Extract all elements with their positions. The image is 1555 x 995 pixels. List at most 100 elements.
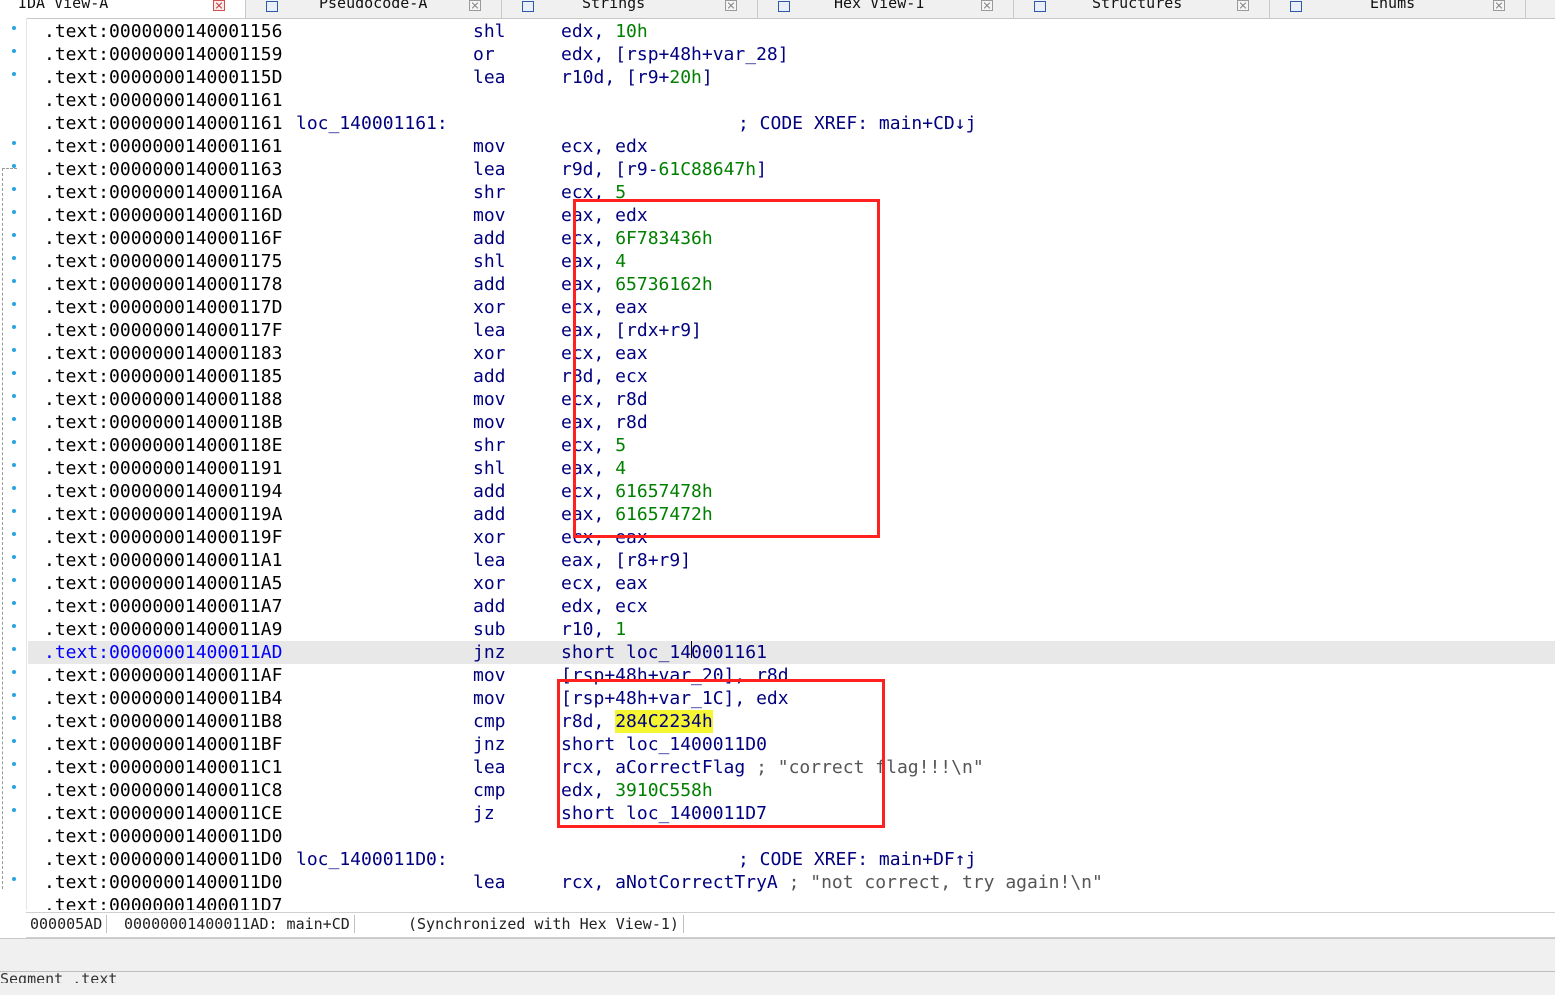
listing-row[interactable]: .text:00000001400011D0 loc_1400011D0: ; CO… [28,848,1555,871]
line-dot-icon[interactable] [12,808,16,812]
listing-row[interactable]: .text:00000001400011D0 [28,825,1555,848]
listing-row[interactable]: .text:00000001400011CE jz short loc_140001… [28,802,1555,825]
listing-row[interactable]: .text:0000000140001183 xor ecx, eax [28,342,1555,365]
listing-row[interactable]: .text:000000014000118E shr ecx, 5 [28,434,1555,457]
listing-row[interactable]: .text:000000014000119A add eax, 61657472h [28,503,1555,526]
line-dot-icon[interactable] [12,532,16,536]
operands[interactable]: ecx, 5 [561,434,626,457]
listing-row[interactable]: .text:00000001400011C1 lea rcx, aCorrectFl… [28,756,1555,779]
listing-row[interactable]: .text:0000000140001178 add eax, 65736162h [28,273,1555,296]
line-dot-icon[interactable] [12,555,16,559]
line-dot-icon[interactable] [12,72,16,76]
line-dot-icon[interactable] [12,739,16,743]
listing-row-current[interactable]: .text:00000001400011AD jnz short loc_14000… [28,641,1555,664]
line-dot-icon[interactable] [12,210,16,214]
line-dot-icon[interactable] [12,348,16,352]
operands[interactable]: eax, 65736162h [561,273,713,296]
listing-row[interactable]: .text:00000001400011A1 lea eax, [r8+r9] [28,549,1555,572]
listing-row[interactable]: .text:000000014000118B mov eax, r8d [28,411,1555,434]
operands[interactable]: eax, 4 [561,457,626,480]
listing-row[interactable]: .text:00000001400011AF mov [rsp+48h+var_20… [28,664,1555,687]
operands[interactable]: ecx, eax [561,296,648,319]
operands[interactable]: r8d, ecx [561,365,648,388]
operands[interactable]: [rsp+48h+var_20], r8d [561,664,789,687]
line-dot-icon[interactable] [12,509,16,513]
xref-comment[interactable]: ; CODE XREF: main+CD↓j [738,112,976,135]
operands[interactable]: ecx, eax [561,342,648,365]
operands[interactable]: ecx, r8d [561,388,648,411]
line-dot-icon[interactable] [12,486,16,490]
listing-row[interactable]: .text:000000014000116A shr ecx, 5 [28,181,1555,204]
listing-row[interactable]: .text:00000001400011A5 xor ecx, eax [28,572,1555,595]
line-dot-icon[interactable] [12,647,16,651]
tab-ida-view-a[interactable]: IDA View-A [0,0,246,18]
operands[interactable]: edx, ecx [561,595,648,618]
line-dot-icon[interactable] [12,325,16,329]
line-dot-icon[interactable] [12,762,16,766]
code-label[interactable]: loc_140001161: [296,112,448,135]
operands[interactable]: rcx, aCorrectFlag ; "correct flag!!!\n" [561,756,984,779]
operands[interactable]: r8d, 284C2234h [561,710,713,733]
line-dot-icon[interactable] [12,302,16,306]
listing-row[interactable]: .text:0000000140001185 add r8d, ecx [28,365,1555,388]
operands[interactable]: eax, edx [561,204,648,227]
listing-row[interactable]: .text:0000000140001161 [28,89,1555,112]
operands[interactable]: edx, [rsp+48h+var_28] [561,43,789,66]
listing-row[interactable]: .text:00000001400011BF jnz short loc_14000… [28,733,1555,756]
listing-row[interactable]: .text:000000014000116D mov eax, edx [28,204,1555,227]
operands[interactable]: eax, 61657472h [561,503,713,526]
operands[interactable]: eax, r8d [561,411,648,434]
operands[interactable]: [rsp+48h+var_1C], edx [561,687,789,710]
line-dot-icon[interactable] [12,164,16,168]
operands[interactable]: r9d, [r9-61C88647h] [561,158,767,181]
listing-row[interactable]: .text:000000014000117D xor ecx, eax [28,296,1555,319]
listing-row[interactable]: .text:0000000140001161 mov ecx, edx [28,135,1555,158]
close-icon[interactable] [213,0,225,11]
listing-row[interactable]: .text:0000000140001191 shl eax, 4 [28,457,1555,480]
operands[interactable]: ecx, eax [561,572,648,595]
line-dot-icon[interactable] [12,670,16,674]
listing-row[interactable]: .text:000000014000116F add ecx, 6F783436h [28,227,1555,250]
listing-row[interactable]: .text:00000001400011C8 cmp edx, 3910C558h [28,779,1555,802]
listing-row[interactable]: .text:0000000140001188 mov ecx, r8d [28,388,1555,411]
close-icon[interactable] [981,0,993,11]
listing-row[interactable]: .text:00000001400011D0 lea rcx, aNotCorrec… [28,871,1555,894]
line-dot-icon[interactable] [12,233,16,237]
listing-row[interactable]: .text:000000014000115D lea r10d, [r9+20h] [28,66,1555,89]
operands[interactable]: rcx, aNotCorrectTryA ; "not correct, try… [561,871,1103,894]
listing-row[interactable]: .text:0000000140001175 shl eax, 4 [28,250,1555,273]
xref-comment[interactable]: ; CODE XREF: main+DF↑j [738,848,976,871]
operands[interactable]: ecx, 61657478h [561,480,713,503]
line-dot-icon[interactable] [12,877,16,881]
line-dot-icon[interactable] [12,187,16,191]
operands[interactable]: short loc_140001161 [561,641,767,664]
close-icon[interactable] [1493,0,1505,11]
listing-row[interactable]: .text:0000000140001161 loc_140001161: ; CO… [28,112,1555,135]
line-dot-icon[interactable] [12,463,16,467]
line-dot-icon[interactable] [12,394,16,398]
disassembly-listing[interactable]: .text:0000000140001156 shl edx, 10h .text:0… [28,20,1555,910]
line-dot-icon[interactable] [12,693,16,697]
listing-row[interactable]: .text:0000000140001159 or edx, [rsp+48h+va… [28,43,1555,66]
line-dot-icon[interactable] [12,141,16,145]
line-dot-icon[interactable] [12,256,16,260]
listing-row[interactable]: .text:0000000140001163 lea r9d, [r9-61C886… [28,158,1555,181]
listing-gutter[interactable] [0,18,27,910]
line-dot-icon[interactable] [12,716,16,720]
tab-structures[interactable]: Structures [1014,0,1270,18]
line-dot-icon[interactable] [12,578,16,582]
listing-row[interactable]: .text:0000000140001194 add ecx, 61657478h [28,480,1555,503]
close-icon[interactable] [725,0,737,11]
operands[interactable]: ecx, edx [561,135,648,158]
operands[interactable]: eax, [rdx+r9] [561,319,702,342]
listing-row[interactable]: .text:00000001400011A7 add edx, ecx [28,595,1555,618]
line-dot-icon[interactable] [12,49,16,53]
code-label[interactable]: loc_1400011D0: [296,848,448,871]
operands[interactable]: edx, 3910C558h [561,779,713,802]
listing-row[interactable]: .text:00000001400011D7 [28,894,1555,910]
listing-row[interactable]: .text:000000014000119F xor ecx, eax [28,526,1555,549]
operands[interactable]: ecx, eax [561,526,648,549]
operands[interactable]: eax, 4 [561,250,626,273]
operands[interactable]: short loc_1400011D7 [561,802,767,825]
tab-pseudocode-a[interactable]: Pseudocode-A [246,0,502,18]
